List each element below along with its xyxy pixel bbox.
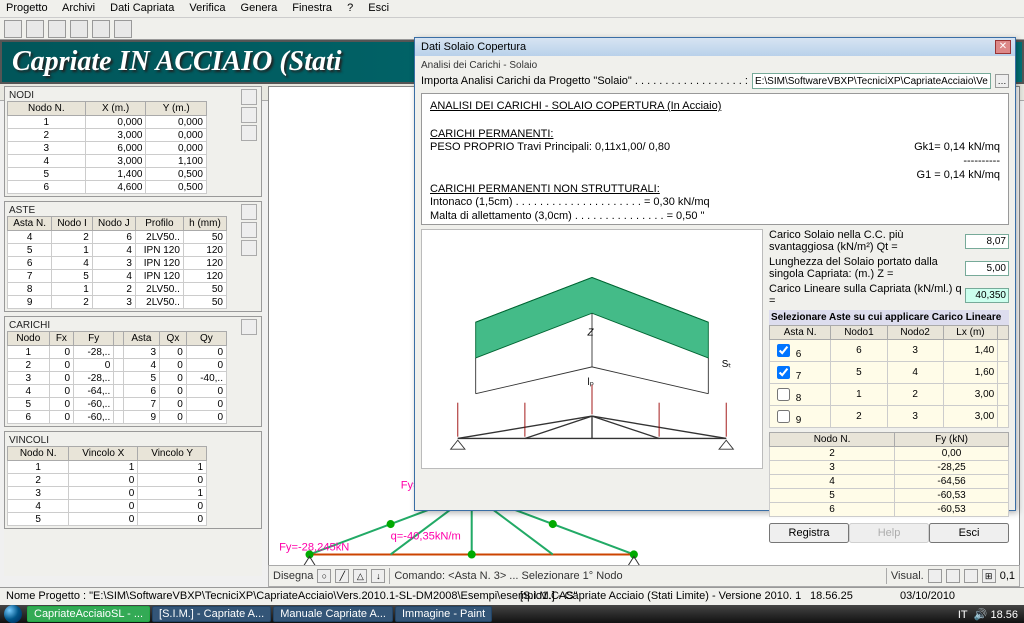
vis-grid-icon[interactable]: ⊞: [982, 569, 996, 583]
disegna-label: Disegna: [273, 570, 313, 582]
start-orb-icon[interactable]: [4, 605, 22, 623]
sel-asta-checkbox[interactable]: [777, 388, 790, 401]
sel-aste-header: Selezionare Aste su cui applicare Carico…: [769, 310, 1009, 325]
draw-node-icon[interactable]: ○: [317, 569, 331, 583]
param-z-label: Lunghezza del Solaio portato dalla singo…: [769, 256, 965, 280]
command-text: Comando: <Asta N. 3> ... Selezionare 1° …: [394, 570, 882, 582]
tb-calc-icon[interactable]: [70, 20, 88, 38]
dialog-section-label: Analisi dei Carichi - Solaio: [421, 60, 1009, 71]
group-aste: ASTE Asta N.Nodo INodo JProfiloh (mm) 42…: [4, 201, 262, 312]
roof-diagram: Z lₚ Sₜ: [421, 229, 763, 469]
svg-text:Z: Z: [587, 328, 595, 339]
aste-title: ASTE: [7, 205, 37, 216]
sel-asta-checkbox[interactable]: [777, 410, 790, 423]
sel-asta-checkbox[interactable]: [777, 344, 790, 357]
clock: 18.56: [990, 609, 1018, 621]
param-q-label: Carico Lineare sulla Capriata (kN/ml.) q…: [769, 283, 965, 307]
tb-report-icon[interactable]: [92, 20, 110, 38]
nodi-edit-icon[interactable]: [241, 107, 257, 123]
menu-genera[interactable]: Genera: [241, 2, 278, 14]
aste-del-icon[interactable]: [241, 240, 257, 256]
svg-text:lₚ: lₚ: [588, 377, 594, 388]
status-bar: Nome Progetto : "E:\SIM\SoftwareVBXP\Tec…: [0, 587, 1024, 605]
command-bar: Disegna ○ ╱ △ ↓ Comando: <Asta N. 3> ...…: [268, 565, 1020, 587]
vis-1-icon[interactable]: [928, 569, 942, 583]
group-nodi: NODI Nodo N.X (m.)Y (m.) 10,0000,00023,0…: [4, 86, 262, 197]
sel-aste-table[interactable]: Asta N.Nodo1Nodo2Lx (m) 6631,40 7541,60 …: [769, 325, 1009, 428]
dialog-title: Dati Solaio Copertura: [421, 41, 526, 53]
task-app-3[interactable]: Manuale Capriate A...: [273, 606, 393, 622]
status-project: Nome Progetto : "E:\SIM\SoftwareVBXP\Tec…: [6, 590, 578, 602]
import-path-input[interactable]: [752, 73, 991, 89]
vis-2-icon[interactable]: [946, 569, 960, 583]
taskbar: CapriateAcciaioSL - ... [S.I.M.] - Capri…: [0, 605, 1024, 623]
menu-bar: Progetto Archivi Dati Capriata Verifica …: [0, 0, 1024, 18]
esci-button[interactable]: Esci: [929, 523, 1009, 543]
aste-add-icon[interactable]: [241, 204, 257, 220]
dialog-title-bar[interactable]: Dati Solaio Copertura ✕: [415, 38, 1015, 56]
nodi-del-icon[interactable]: [241, 125, 257, 141]
task-app-2[interactable]: [S.I.M.] - Capriate A...: [152, 606, 271, 622]
draw-support-icon[interactable]: △: [353, 569, 367, 583]
menu-verifica[interactable]: Verifica: [189, 2, 225, 14]
status-time: 18.56.25: [810, 590, 853, 602]
registra-button[interactable]: Registra: [769, 523, 849, 543]
draw-load-icon[interactable]: ↓: [371, 569, 385, 583]
tb-new-icon[interactable]: [4, 20, 22, 38]
group-carichi: CARICHI NodoFxFy AstaQxQy 10-28,..300200…: [4, 316, 262, 427]
status-date: 03/10/2010: [900, 590, 955, 602]
menu-esci[interactable]: Esci: [368, 2, 389, 14]
sel-asta-checkbox[interactable]: [777, 366, 790, 379]
param-q-input[interactable]: [965, 288, 1009, 303]
lang-indicator[interactable]: IT: [958, 609, 968, 621]
nodi-title: NODI: [7, 90, 36, 101]
vincoli-table[interactable]: Nodo N.Vincolo XVincolo Y 11120030140050…: [7, 446, 207, 526]
status-app: [S.I.M.] - Capriate Acciaio (Stati Limit…: [520, 590, 801, 602]
task-app-4[interactable]: Immagine - Paint: [395, 606, 492, 622]
left-panel: NODI Nodo N.X (m.)Y (m.) 10,0000,00023,0…: [4, 86, 262, 576]
param-qt-input[interactable]: [965, 234, 1009, 249]
param-z-input[interactable]: [965, 261, 1009, 276]
menu-help[interactable]: ?: [347, 2, 353, 14]
carichi-edit-icon[interactable]: [241, 319, 257, 335]
draw-line-icon[interactable]: ╱: [335, 569, 349, 583]
tb-print-icon[interactable]: [114, 20, 132, 38]
menu-archivi[interactable]: Archivi: [62, 2, 95, 14]
svg-text:Sₜ: Sₜ: [722, 359, 732, 370]
vincoli-title: VINCOLI: [7, 435, 51, 446]
group-vincoli: VINCOLI Nodo N.Vincolo XVincolo Y 111200…: [4, 431, 262, 529]
zoom-value: 0,1: [1000, 570, 1015, 582]
close-icon[interactable]: ✕: [995, 40, 1011, 54]
tb-save-icon[interactable]: [48, 20, 66, 38]
tb-open-icon[interactable]: [26, 20, 44, 38]
nodi-add-icon[interactable]: [241, 89, 257, 105]
vis-3-icon[interactable]: [964, 569, 978, 583]
param-qt-label: Carico Solaio nella C.C. più svantaggios…: [769, 229, 965, 253]
analysis-text-box: ANALISI DEI CARICHI - SOLAIO COPERTURA (…: [421, 93, 1009, 225]
visual-label: Visual.: [891, 570, 924, 582]
carichi-title: CARICHI: [7, 320, 52, 331]
svg-text:Fy=-28,245kN: Fy=-28,245kN: [279, 541, 349, 553]
carichi-table[interactable]: NodoFxFy AstaQxQy 10-28,..30020040030-28…: [7, 331, 227, 424]
import-label: Importa Analisi Carichi da Progetto "Sol…: [421, 75, 748, 87]
menu-progetto[interactable]: Progetto: [6, 2, 48, 14]
task-app-1[interactable]: CapriateAcciaioSL - ...: [27, 606, 150, 622]
help-button[interactable]: Help: [849, 523, 929, 543]
fy-table[interactable]: Nodo N.Fy (kN) 20,003-28,254-64,565-60,5…: [769, 432, 1009, 517]
nodi-table[interactable]: Nodo N.X (m.)Y (m.) 10,0000,00023,0000,0…: [7, 101, 207, 194]
menu-finestra[interactable]: Finestra: [292, 2, 332, 14]
aste-edit-icon[interactable]: [241, 222, 257, 238]
browse-icon[interactable]: …: [995, 74, 1009, 88]
aste-table[interactable]: Asta N.Nodo INodo JProfiloh (mm) 4262LV5…: [7, 216, 227, 309]
menu-dati-capriata[interactable]: Dati Capriata: [110, 2, 174, 14]
dati-solaio-dialog: Dati Solaio Copertura ✕ Analisi dei Cari…: [414, 37, 1016, 511]
